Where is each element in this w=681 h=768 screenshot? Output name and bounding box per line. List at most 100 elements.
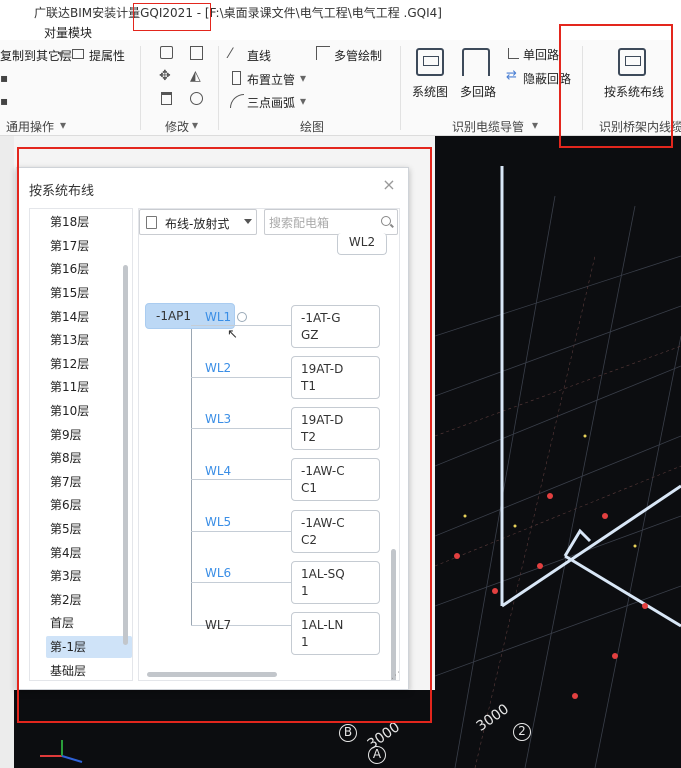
destination-name-line2: GZ bbox=[301, 328, 319, 342]
search-box[interactable] bbox=[264, 209, 398, 235]
circuit-label[interactable]: WL7 bbox=[205, 618, 231, 632]
circuit-label[interactable]: WL1 bbox=[205, 310, 231, 324]
left-dock-panel bbox=[0, 136, 14, 768]
floor-item[interactable]: 第2层 bbox=[50, 589, 82, 611]
circuit-label[interactable]: WL6 bbox=[205, 566, 231, 580]
destination-box[interactable]: 1AL-LN 1 bbox=[291, 612, 380, 655]
floor-item[interactable]: 第16层 bbox=[50, 258, 89, 280]
multi-loop-button[interactable]: 多回路 bbox=[460, 83, 496, 100]
destination-name-line2: C1 bbox=[301, 481, 318, 495]
collapse-toggle-icon[interactable] bbox=[237, 312, 247, 322]
floor-item[interactable]: 第6层 bbox=[50, 494, 82, 516]
ribbon-item-partial-1[interactable]: ▪ bbox=[0, 71, 8, 85]
chevron-down-icon[interactable]: ▾ bbox=[300, 71, 306, 85]
place-riser-button[interactable]: 布置立管 bbox=[247, 71, 295, 88]
by-system-route-button[interactable]: 按系统布线 bbox=[604, 83, 664, 100]
floor-item[interactable]: 第8层 bbox=[50, 447, 82, 469]
floor-item-selected[interactable]: 第-1层 bbox=[46, 636, 132, 658]
delete-icon[interactable] bbox=[161, 92, 172, 105]
destination-name-line2: T2 bbox=[301, 430, 316, 444]
ribbon-separator bbox=[218, 46, 219, 130]
destination-name-line2: 1 bbox=[301, 584, 309, 598]
group-identify-cable-conduit-label[interactable]: 识别电缆导管 bbox=[452, 118, 524, 135]
destination-box[interactable]: -1AW-C C2 bbox=[291, 510, 380, 553]
tree-connector bbox=[191, 582, 291, 583]
tree-connector bbox=[191, 479, 291, 480]
chevron-down-icon[interactable]: ▾ bbox=[58, 47, 64, 61]
by-system-route-icon[interactable] bbox=[618, 48, 646, 76]
destination-box[interactable]: 1AL-SQ 1 bbox=[291, 561, 380, 604]
chevron-down-icon[interactable]: ▾ bbox=[60, 118, 66, 132]
destination-box[interactable]: -1AW-C C1 bbox=[291, 458, 380, 501]
resize-grip-icon[interactable]: ⋰ bbox=[391, 671, 399, 680]
floor-item[interactable]: 第18层 bbox=[50, 211, 89, 233]
single-loop-button[interactable]: 单回路 bbox=[523, 46, 559, 63]
group-modify-label[interactable]: 修改 bbox=[165, 118, 189, 135]
straight-line-button[interactable]: 直线 bbox=[247, 47, 271, 64]
circuit-label[interactable]: WL3 bbox=[205, 412, 231, 426]
circuit-label[interactable]: WL2 bbox=[205, 361, 231, 375]
menu-module[interactable]: 对量模块 bbox=[44, 24, 92, 41]
floor-item[interactable]: 第15层 bbox=[50, 282, 89, 304]
hidden-loop-button[interactable]: 隐蔽回路 bbox=[523, 70, 571, 87]
route-mode-select[interactable]: 布线-放射式 bbox=[139, 209, 257, 235]
rotate-icon[interactable] bbox=[190, 92, 203, 105]
group-identify-tray-cable-label[interactable]: 识别桥架内线缆 bbox=[599, 118, 681, 135]
floor-item[interactable]: 首层 bbox=[50, 612, 74, 634]
search-icon[interactable] bbox=[381, 216, 391, 226]
circuit-label[interactable]: WL4 bbox=[205, 464, 231, 478]
multi-pipe-draw-button[interactable]: 多管绘制 bbox=[334, 47, 382, 64]
tree-vertical-scrollbar[interactable] bbox=[391, 549, 396, 680]
system-tree-pane: 布线-放射式 WL2 -1AP1 WL1 -1AT-G GZ ↖ WL2 1 bbox=[138, 208, 400, 681]
multi-loop-icon[interactable] bbox=[462, 48, 490, 76]
axis-gizmo-icon bbox=[40, 740, 83, 763]
title-bar: 广联达BIM安装计量GQI2021 - [F:\桌面录课文件\电气工程\电气工程… bbox=[0, 0, 681, 22]
floor-item[interactable]: 第17层 bbox=[50, 235, 89, 257]
floor-item[interactable]: 第10层 bbox=[50, 400, 89, 422]
tree-node-partial[interactable]: WL2 bbox=[337, 233, 387, 255]
floor-item[interactable]: 第4层 bbox=[50, 542, 82, 564]
floor-item[interactable]: 基础层 bbox=[50, 660, 86, 680]
destination-box[interactable]: 19AT-D T2 bbox=[291, 407, 380, 450]
riser-icon bbox=[232, 71, 241, 85]
destination-name-line1: -1AT-G bbox=[301, 311, 341, 325]
floor-list-scrollbar[interactable] bbox=[123, 265, 128, 645]
three-point-arc-button[interactable]: 三点画弧 bbox=[247, 94, 295, 111]
grid-axis-label: B bbox=[339, 724, 357, 742]
system-diagram-icon[interactable] bbox=[416, 48, 444, 76]
destination-name-line2: C2 bbox=[301, 533, 318, 547]
extract-props-button[interactable]: 提属性 bbox=[89, 47, 125, 64]
chevron-down-icon[interactable]: ▾ bbox=[532, 118, 538, 132]
close-icon[interactable]: × bbox=[380, 176, 398, 194]
dialog-title: 按系统布线 bbox=[29, 184, 95, 199]
floor-item[interactable]: 第5层 bbox=[50, 518, 82, 540]
drawing-canvas[interactable]: 3000 2 bbox=[435, 136, 681, 768]
floor-list[interactable]: 第18层 第17层 第16层 第15层 第14层 第13层 第12层 第11层 … bbox=[29, 208, 133, 681]
system-diagram-button[interactable]: 系统图 bbox=[412, 83, 448, 100]
floor-item[interactable]: 第13层 bbox=[50, 329, 89, 351]
group-general-ops-label[interactable]: 通用操作 bbox=[6, 118, 54, 135]
circuit-label[interactable]: WL5 bbox=[205, 515, 231, 529]
ribbon-item-partial-2[interactable]: ▪ bbox=[0, 94, 8, 108]
chevron-down-icon[interactable]: ▾ bbox=[192, 118, 198, 132]
chevron-down-icon[interactable]: ▾ bbox=[300, 94, 306, 108]
destination-box[interactable]: -1AT-G GZ bbox=[291, 305, 380, 348]
floor-item[interactable]: 第3层 bbox=[50, 565, 82, 587]
cad-drawing bbox=[435, 166, 681, 768]
destination-name-line2: T1 bbox=[301, 379, 316, 393]
tree-horizontal-scrollbar[interactable] bbox=[147, 672, 277, 677]
destination-box[interactable]: 19AT-D T1 bbox=[291, 356, 380, 399]
floor-item[interactable]: 第12层 bbox=[50, 353, 89, 375]
destination-name-line1: 19AT-D bbox=[301, 413, 344, 427]
move-icon[interactable]: ✥ bbox=[159, 68, 171, 84]
copy-icon[interactable] bbox=[160, 46, 173, 59]
floor-item[interactable]: 第7层 bbox=[50, 471, 82, 493]
floor-item[interactable]: 第9层 bbox=[50, 424, 82, 446]
tree-connector bbox=[191, 531, 291, 532]
search-distribution-box-input[interactable] bbox=[269, 214, 377, 231]
floor-item[interactable]: 第11层 bbox=[50, 376, 89, 398]
group-draw-label[interactable]: 绘图 bbox=[300, 118, 324, 135]
trim-icon[interactable]: ◭ bbox=[190, 68, 201, 84]
floor-item[interactable]: 第14层 bbox=[50, 306, 89, 328]
mirror-icon[interactable] bbox=[190, 46, 203, 60]
